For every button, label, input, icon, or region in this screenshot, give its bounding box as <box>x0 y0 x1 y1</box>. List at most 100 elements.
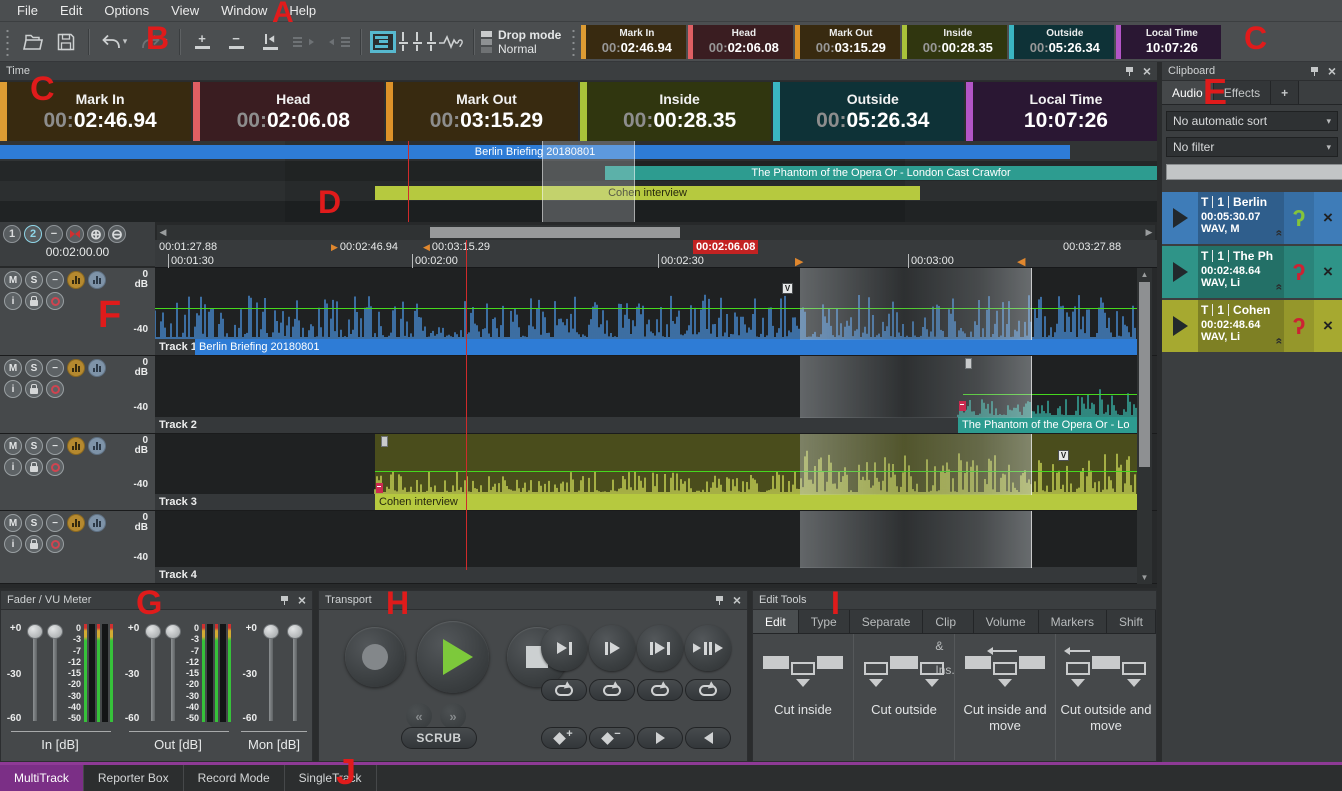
selection-region[interactable] <box>800 511 1032 568</box>
volume-node-marker[interactable]: V <box>1058 450 1069 461</box>
fader-right[interactable] <box>43 621 63 725</box>
waveform-display-button[interactable] <box>67 271 85 289</box>
play-around-marks-button[interactable] <box>685 625 731 671</box>
mute-button[interactable]: M <box>4 514 22 532</box>
tab-record-mode[interactable]: Record Mode <box>184 765 285 791</box>
track-2-lane[interactable] <box>155 356 1137 418</box>
move-clip-left-button[interactable] <box>287 27 321 57</box>
toolbar-grip[interactable] <box>5 28 10 56</box>
zoom-preset-1-button[interactable]: 1 <box>3 225 21 243</box>
fader-knob[interactable] <box>287 624 303 639</box>
menu-window[interactable]: Window <box>210 0 278 22</box>
zoom-preset-2-button[interactable]: 2 <box>24 225 42 243</box>
remove-marker-button[interactable]: − <box>589 727 635 749</box>
tab-clip-ins[interactable]: Clip & Ins. <box>923 610 973 633</box>
lock-button[interactable] <box>25 292 43 310</box>
loop-button-3[interactable] <box>637 679 683 701</box>
pin-icon[interactable] <box>1124 66 1135 77</box>
tab-singletrack[interactable]: SingleTrack <box>285 765 377 791</box>
solo-button[interactable]: S <box>25 271 43 289</box>
audition-play-button[interactable] <box>1162 246 1198 298</box>
fade-marker[interactable] <box>959 401 966 411</box>
pin-icon[interactable] <box>714 595 725 606</box>
clip-marker[interactable] <box>965 358 972 369</box>
scroll-up-icon[interactable]: ▲ <box>1137 270 1152 279</box>
audition-toggle-button[interactable]: ʔ <box>1284 300 1314 352</box>
clip-marker[interactable] <box>381 436 388 447</box>
tab-reporter-box[interactable]: Reporter Box <box>84 765 184 791</box>
scroll-down-icon[interactable]: ▼ <box>1137 573 1152 582</box>
clip-title-strip[interactable]: Berlin Briefing 20180801 <box>195 339 1137 355</box>
loop-button-1[interactable] <box>541 679 587 701</box>
tab-markers[interactable]: Markers <box>1039 610 1107 633</box>
time-chip-inside[interactable]: Inside 00:00:28.35 <box>902 25 1007 59</box>
menu-options[interactable]: Options <box>93 0 160 22</box>
cut-inside-move-button[interactable]: Cut inside and move <box>955 634 1056 760</box>
fader-knob[interactable] <box>165 624 181 639</box>
filter-dropdown[interactable]: No filter▾ <box>1166 137 1338 157</box>
expand-icon[interactable]: « <box>1273 230 1287 237</box>
track-1-titlebar[interactable]: Track 1 Berlin Briefing 20180801 <box>155 339 1137 355</box>
drop-mode-label[interactable]: Drop modeNormal <box>498 28 561 56</box>
big-time-mark-out[interactable]: Mark Out 00:03:15.29 <box>386 82 577 141</box>
track-4-lane[interactable] <box>155 511 1137 568</box>
scrollbar-thumb[interactable] <box>430 227 680 238</box>
tab-separate[interactable]: Separate <box>850 610 924 633</box>
hide-button[interactable]: − <box>46 271 64 289</box>
fader-knob[interactable] <box>47 624 63 639</box>
big-time-local[interactable]: Local Time 10:07:26 <box>966 82 1157 141</box>
time-chip-mark-in[interactable]: Mark In 00:02:46.94 <box>581 25 686 59</box>
record-arm-button[interactable] <box>46 458 64 476</box>
zoom-out-button[interactable]: ⊖ <box>108 225 126 243</box>
project-overview[interactable]: Berlin Briefing 20180801 The Phantom of … <box>0 141 1157 222</box>
nudge-back-button[interactable]: « <box>406 703 432 729</box>
prev-marker-button[interactable] <box>685 727 731 749</box>
nudge-forward-button[interactable]: » <box>440 703 466 729</box>
menu-file[interactable]: File <box>6 0 49 22</box>
record-arm-button[interactable] <box>46 292 64 310</box>
clip-title-strip[interactable]: Cohen interview <box>375 494 1137 510</box>
track-3[interactable]: M S − i 0dB -40 <box>0 434 1157 511</box>
timeline-scrollbar[interactable]: ◀ ▶ <box>157 225 1155 240</box>
lock-button[interactable] <box>25 380 43 398</box>
cut-inside-button[interactable]: Cut inside <box>753 634 854 760</box>
mute-button[interactable]: M <box>4 271 22 289</box>
track-4-titlebar[interactable]: Track 4 <box>155 567 1137 583</box>
meter-display-button[interactable] <box>88 514 106 532</box>
waveform-display-button[interactable] <box>67 359 85 377</box>
fader-left[interactable] <box>23 621 43 725</box>
zoom-to-selection-button[interactable] <box>66 225 84 243</box>
tab-volume[interactable]: Volume <box>974 610 1039 633</box>
play-between-marks-button[interactable] <box>637 625 683 671</box>
audition-toggle-button[interactable]: ʔ <box>1284 246 1314 298</box>
track-4[interactable]: M S − i 0dB -40 Track 4 <box>0 511 1157 584</box>
big-time-inside[interactable]: Inside 00:00:28.35 <box>580 82 771 141</box>
audition-toggle-button[interactable]: ʔ <box>1284 192 1314 244</box>
mark-in-marker-icon[interactable]: ▶ <box>795 255 803 268</box>
track-2-titlebar[interactable]: Track 2 The Phantom of the Opera Or - Lo <box>155 417 1137 433</box>
fader-right[interactable] <box>283 621 307 725</box>
add-marker-button[interactable]: + <box>541 727 587 749</box>
tab-type[interactable]: Type <box>799 610 850 633</box>
fader-right[interactable] <box>161 621 181 725</box>
pin-icon[interactable] <box>279 595 290 606</box>
fader-knob[interactable] <box>27 624 43 639</box>
overview-view-window[interactable] <box>542 141 635 222</box>
track-1-lane[interactable]: V <box>155 268 1137 340</box>
record-arm-button[interactable] <box>46 535 64 553</box>
playhead[interactable] <box>466 240 467 570</box>
trim-to-left-button[interactable] <box>253 27 287 57</box>
loop-button-4[interactable] <box>685 679 731 701</box>
remove-track-button[interactable]: − <box>219 27 253 57</box>
undo-button[interactable]: ▾ <box>94 27 134 57</box>
remove-clip-button[interactable]: × <box>1314 192 1342 244</box>
fader-left[interactable] <box>259 621 283 725</box>
mixer-view-button[interactable] <box>400 27 434 57</box>
big-time-mark-in[interactable]: Mark In 00:02:46.94 <box>0 82 191 141</box>
ruler-mark-in[interactable]: ▶00:02:46.94 <box>331 240 398 254</box>
menu-view[interactable]: View <box>160 0 210 22</box>
clip-title-strip[interactable]: The Phantom of the Opera Or - Lo <box>958 417 1137 433</box>
scrollbar-thumb[interactable] <box>1139 282 1150 467</box>
menu-edit[interactable]: Edit <box>49 0 93 22</box>
volume-node-marker[interactable]: V <box>782 283 793 294</box>
